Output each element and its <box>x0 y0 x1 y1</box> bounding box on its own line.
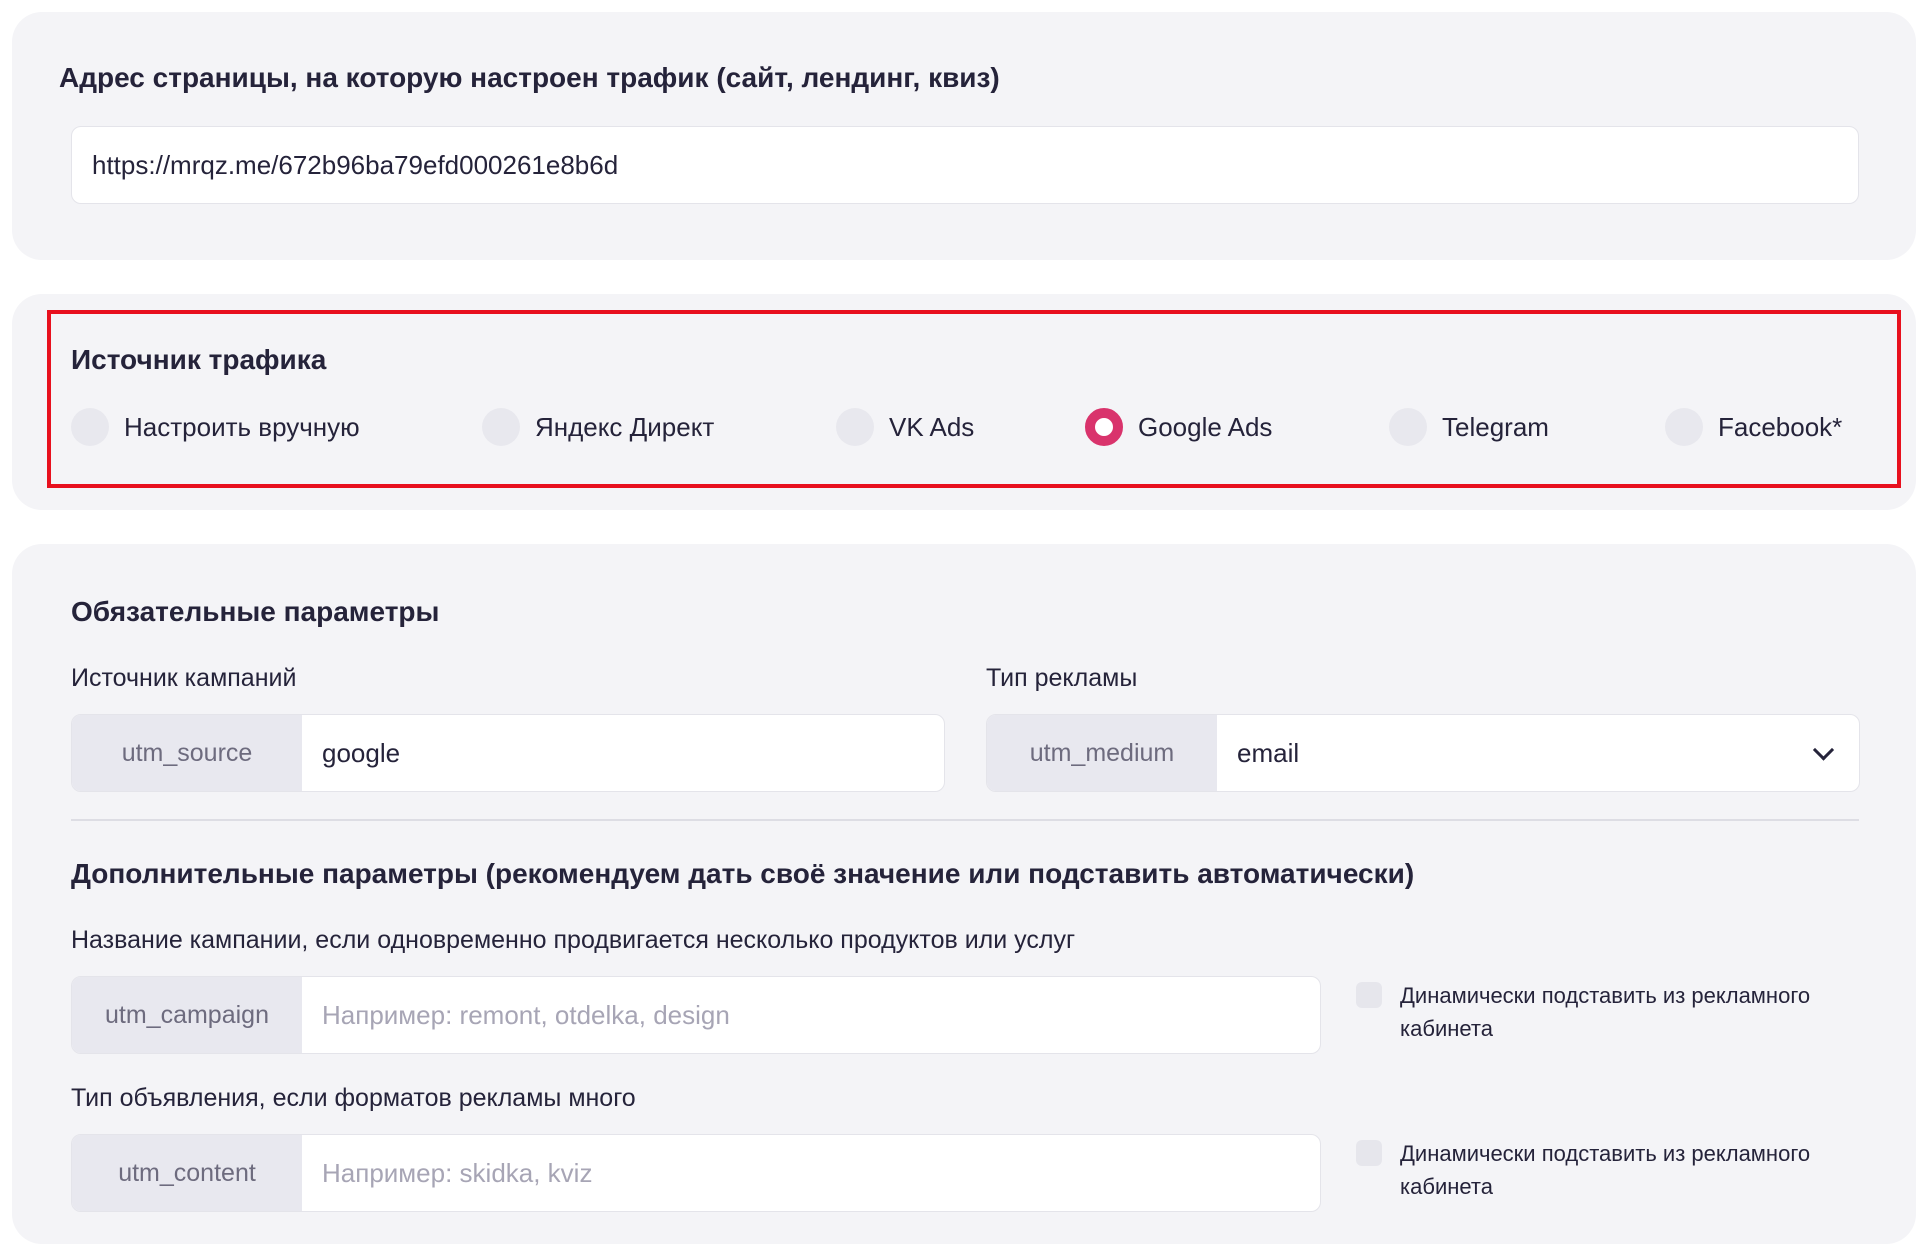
utm-campaign-input[interactable]: Например: remont, otdelka, design <box>302 977 1320 1053</box>
radio-label: Facebook* <box>1718 411 1843 442</box>
campaign-dynamic-checkbox[interactable] <box>1356 982 1382 1008</box>
url-section-title: Адрес страницы, на которую настроен траф… <box>59 62 1000 93</box>
utm-medium-value: email <box>1237 737 1300 768</box>
radio-option-telegram[interactable]: Telegram <box>1389 407 1549 447</box>
campaign-name-label: Название кампании, если одновременно про… <box>71 926 1076 954</box>
radio-option-manual[interactable]: Настроить вручную <box>71 407 360 447</box>
ad-format-label: Тип объявления, если форматов рекламы мн… <box>71 1084 636 1112</box>
radio-label: Telegram <box>1442 411 1549 442</box>
utm-content-field[interactable]: utm_content Например: skidka, kviz <box>71 1134 1321 1212</box>
required-params-title: Обязательные параметры <box>71 596 440 627</box>
radio-button[interactable] <box>1389 408 1427 446</box>
utm-source-field[interactable]: utm_source google <box>71 714 945 792</box>
utm-content-input[interactable]: Например: skidka, kviz <box>302 1135 1320 1211</box>
radio-label: Яндекс Директ <box>535 411 715 442</box>
radio-option-yandex-direct[interactable]: Яндекс Директ <box>482 407 714 447</box>
utm-source-input[interactable]: google <box>302 715 944 791</box>
content-dynamic-checkbox[interactable] <box>1356 1140 1382 1166</box>
utm-medium-prefix: utm_medium <box>987 715 1217 791</box>
campaign-dynamic-option[interactable]: Динамически подставить из рекламного каб… <box>1356 982 1876 1045</box>
page-url-input[interactable]: https://mrqz.me/672b96ba79efd000261e8b6d <box>71 126 1859 204</box>
utm-campaign-prefix: utm_campaign <box>72 977 302 1053</box>
radio-button[interactable] <box>71 408 109 446</box>
divider <box>71 819 1859 821</box>
additional-params-title: Дополнительные параметры (рекомендуем да… <box>71 858 1415 889</box>
campaign-dynamic-label: Динамически подставить из рекламного каб… <box>1400 983 1811 1041</box>
ad-type-label: Тип рекламы <box>986 664 1138 692</box>
utm-medium-dropdown[interactable]: email <box>1217 715 1859 791</box>
content-dynamic-label: Динамически подставить из рекламного каб… <box>1400 1141 1811 1199</box>
content-dynamic-option[interactable]: Динамически подставить из рекламного каб… <box>1356 1140 1876 1203</box>
radio-label: Google Ads <box>1138 411 1273 442</box>
radio-option-facebook[interactable]: Facebook* <box>1665 407 1842 447</box>
radio-button[interactable] <box>482 408 520 446</box>
traffic-source-card <box>12 294 1916 510</box>
radio-button[interactable] <box>836 408 874 446</box>
radio-option-vk-ads[interactable]: VK Ads <box>836 407 974 447</box>
traffic-source-title: Источник трафика <box>71 344 327 375</box>
radio-option-google-ads[interactable]: Google Ads <box>1085 407 1272 447</box>
utm-medium-select[interactable]: utm_medium email <box>986 714 1860 792</box>
radio-button-selected[interactable] <box>1085 408 1123 446</box>
campaign-source-label: Источник кампаний <box>71 664 297 692</box>
radio-label: VK Ads <box>889 411 975 442</box>
utm-source-prefix: utm_source <box>72 715 302 791</box>
utm-campaign-field[interactable]: utm_campaign Например: remont, otdelka, … <box>71 976 1321 1054</box>
chevron-down-icon[interactable] <box>1812 739 1835 761</box>
radio-button[interactable] <box>1665 408 1703 446</box>
radio-label: Настроить вручную <box>124 411 360 442</box>
utm-content-prefix: utm_content <box>72 1135 302 1211</box>
